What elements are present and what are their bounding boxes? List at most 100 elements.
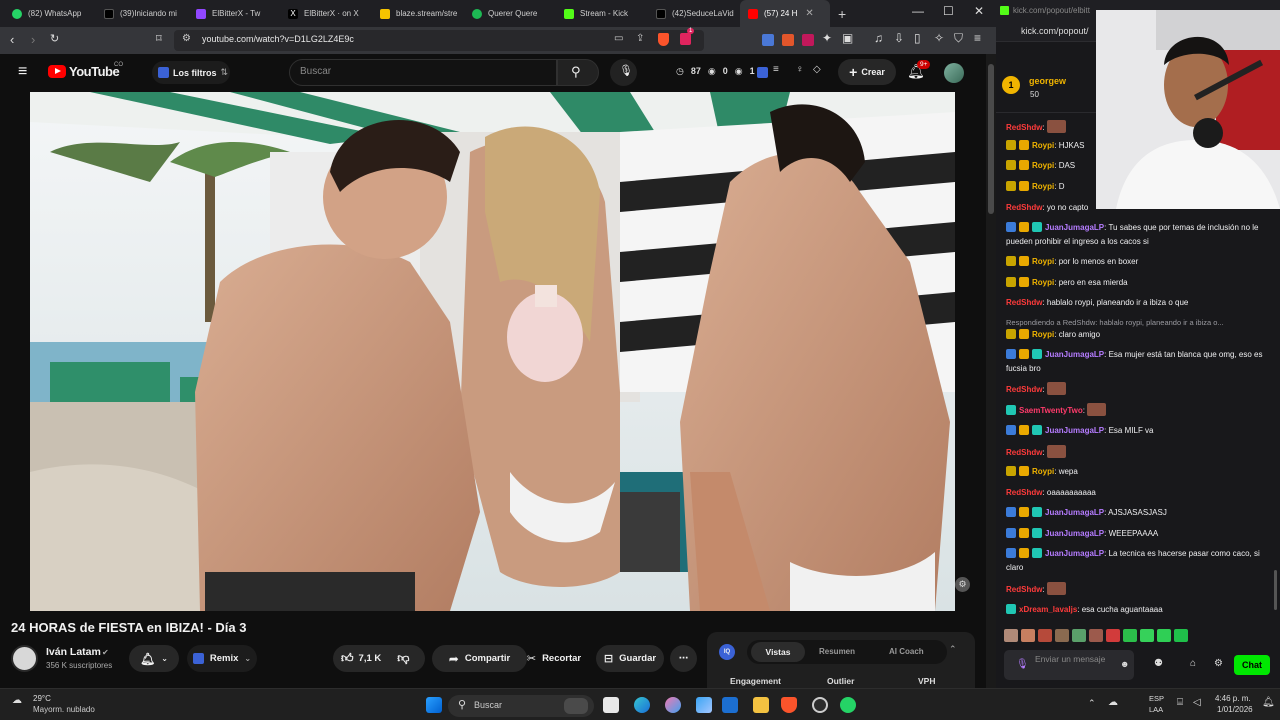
emote-3[interactable]	[1038, 629, 1052, 642]
chat-username[interactable]: Roypi	[1032, 278, 1054, 287]
chat-emote[interactable]	[1046, 382, 1066, 395]
brave-icon[interactable]	[781, 697, 797, 713]
back-icon[interactable]: ‹	[10, 32, 14, 47]
tab-whatsapp[interactable]: (82) WhatsApp	[4, 0, 96, 27]
clock-date[interactable]: 1/01/2026	[1217, 705, 1253, 714]
clock-time[interactable]: 4:46 p. m.	[1215, 694, 1251, 703]
sidebar-icon[interactable]: ▯	[914, 31, 921, 45]
chat-username[interactable]: Roypi	[1032, 257, 1054, 266]
chat-username[interactable]: Roypi	[1032, 182, 1054, 191]
puzzle-icon[interactable]: ✦	[822, 31, 832, 45]
start-icon[interactable]	[426, 697, 442, 713]
youtube-logo-icon[interactable]	[48, 65, 66, 78]
chat-username[interactable]: JuanJumagaLP	[1045, 549, 1104, 558]
create-button[interactable]: + Crear	[838, 59, 896, 85]
chat-scrollbar-thumb[interactable]	[1274, 570, 1277, 610]
whatsapp-app-icon[interactable]	[840, 697, 856, 713]
brave-rewards-icon[interactable]	[680, 33, 691, 45]
forward-icon[interactable]: ›	[31, 32, 35, 47]
translate-icon[interactable]	[762, 34, 774, 46]
tray-chevron-icon[interactable]: ⌃	[1088, 698, 1096, 709]
file-explorer-icon[interactable]	[753, 697, 769, 713]
subscribe-bell-button[interactable]: 🔔︎ ⌄	[129, 645, 179, 672]
chat-username[interactable]: JuanJumagaLP	[1045, 508, 1104, 517]
chat-username[interactable]: JuanJumagaLP	[1045, 426, 1104, 435]
menu-icon[interactable]: ≡	[974, 31, 981, 45]
chat-ext-icon[interactable]: ◇	[813, 64, 821, 75]
vpn-icon[interactable]: ⛉	[954, 31, 963, 46]
vidiq-icon[interactable]	[757, 67, 768, 78]
chat-username[interactable]: Roypi	[1032, 161, 1054, 170]
tab-blaze[interactable]: blaze.stream/stre	[372, 0, 464, 27]
remix-button[interactable]: Remix ⌄	[187, 645, 257, 672]
emote-4[interactable]	[1055, 629, 1069, 642]
tab-vistas[interactable]: Vistas	[751, 642, 805, 662]
chat-username[interactable]: JuanJumagaLP	[1045, 223, 1104, 232]
chat-username[interactable]: RedShdw	[1006, 488, 1042, 497]
dislike-button[interactable]: 👎︎	[397, 651, 409, 666]
collapse-icon[interactable]: ⌃	[949, 644, 957, 655]
chat-username[interactable]: RedShdw	[1006, 585, 1042, 594]
video-player[interactable]	[30, 92, 955, 611]
chat-emote[interactable]	[1046, 445, 1066, 458]
download-icon[interactable]: ⇩	[894, 31, 904, 45]
chat-username[interactable]: xDream_lavaIjs	[1019, 605, 1077, 614]
tray-lang[interactable]: ESP	[1149, 694, 1164, 703]
bookmark-icon[interactable]: ⌑	[156, 32, 162, 45]
obs-icon[interactable]	[812, 697, 828, 713]
extension-m-icon[interactable]	[802, 34, 814, 46]
guide-menu-icon[interactable]: ≡	[18, 63, 27, 81]
store-icon[interactable]: ⌂	[1190, 658, 1196, 669]
chat-username[interactable]: JuanJumagaLP	[1045, 350, 1104, 359]
taskbar-search[interactable]: ⚲ Buscar	[448, 695, 594, 717]
chat-username[interactable]: RedShdw	[1006, 123, 1042, 132]
chat-username[interactable]: SaemTwentyTwo	[1019, 406, 1083, 415]
share-icon[interactable]: ⇪	[636, 33, 644, 44]
more-actions-button[interactable]: ⋯	[670, 645, 697, 672]
emote-6[interactable]	[1089, 629, 1103, 642]
teams-icon[interactable]	[722, 697, 738, 713]
chat-username[interactable]: Roypi	[1032, 330, 1054, 339]
sort-icon[interactable]: ≡	[773, 64, 779, 75]
bulb-icon[interactable]: ♀	[796, 64, 804, 75]
extension-red-icon[interactable]	[782, 34, 794, 46]
chat-username[interactable]: Roypi	[1032, 141, 1054, 150]
youtube-logo-text[interactable]: YouTube	[69, 64, 120, 79]
omnibox[interactable]: ⚙ youtube.com/watch?v=D1LG2LZ4E9c ▭ ⇪ 1	[174, 28, 704, 51]
emote-11[interactable]	[1174, 629, 1188, 642]
chat-emote[interactable]	[1087, 403, 1107, 416]
emote-8[interactable]	[1123, 629, 1137, 642]
weather-icon[interactable]: ☁	[12, 695, 22, 706]
users-icon[interactable]: ⚉	[1154, 658, 1163, 669]
chat-emote[interactable]	[1046, 582, 1066, 595]
network-icon[interactable]: ⌸	[1177, 697, 1183, 708]
new-tab-button[interactable]: +	[830, 0, 854, 27]
share-button[interactable]: ➦ Compartir	[432, 645, 527, 672]
emoji-icon[interactable]: ☻	[1120, 659, 1129, 669]
store-app-icon[interactable]	[696, 697, 712, 713]
search-input[interactable]: Buscar	[289, 59, 557, 86]
chat-username[interactable]: RedShdw	[1006, 448, 1042, 457]
page-scrollbar[interactable]	[986, 54, 996, 688]
emote-picker-icon[interactable]: 🎙︎	[1016, 659, 1029, 670]
channel-name[interactable]: Iván Latam	[46, 646, 101, 658]
brave-shield-icon[interactable]	[658, 33, 669, 46]
search-button[interactable]: ⚲	[557, 59, 599, 86]
tray-cloud-icon[interactable]: ☁	[1108, 697, 1118, 708]
chat-username[interactable]: RedShdw	[1006, 298, 1042, 307]
notification-center-icon[interactable]: 🔔︎	[1262, 697, 1275, 708]
emote-1[interactable]	[1004, 629, 1018, 642]
reload-icon[interactable]: ↻	[50, 32, 59, 45]
minimize-icon[interactable]: —	[912, 4, 924, 18]
emote-9[interactable]	[1140, 629, 1154, 642]
emote-10[interactable]	[1157, 629, 1171, 642]
tab-twitch[interactable]: ElBitterX - Tw	[188, 0, 280, 27]
clip-button[interactable]: ✂ Recortar	[520, 645, 588, 672]
cast-icon[interactable]: ▭	[614, 33, 623, 44]
voice-search-button[interactable]: 🎙︎	[610, 59, 637, 86]
chat-message-input[interactable]: 🎙︎ Enviar un mensaje ☻	[1004, 650, 1134, 680]
close-tab-icon[interactable]: ✕	[805, 8, 813, 19]
emote-7[interactable]	[1106, 629, 1120, 642]
tab-x[interactable]: X ElBitterX · on X	[280, 0, 372, 27]
chat-username[interactable]: JuanJumagaLP	[1045, 529, 1104, 538]
